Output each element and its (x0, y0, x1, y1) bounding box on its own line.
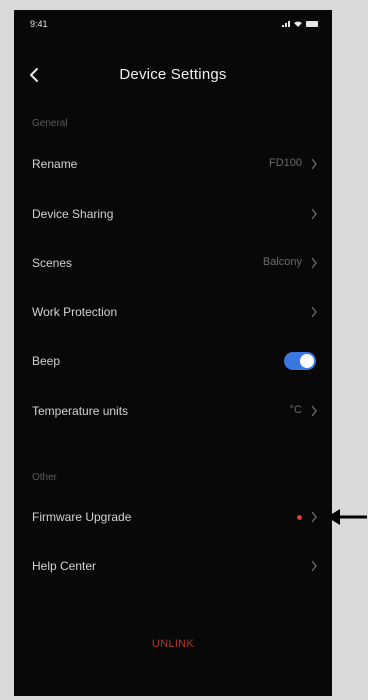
device-sharing-row[interactable]: Device Sharing (14, 194, 332, 234)
firmware-upgrade-label: Firmware Upgrade (32, 510, 132, 524)
help-center-row[interactable]: Help Center (14, 546, 332, 586)
temperature-units-value: °C (289, 404, 302, 416)
wifi-icon (294, 21, 302, 27)
update-dot-icon (297, 515, 302, 520)
phone-screen: 9:41 Device Settings General Rename FD10… (14, 10, 332, 696)
arrow-left-icon (327, 509, 367, 525)
temperature-units-row[interactable]: Temperature units °C (14, 391, 332, 431)
chevron-right-icon (311, 511, 317, 523)
beep-toggle[interactable] (284, 352, 316, 370)
work-protection-row[interactable]: Work Protection (14, 292, 332, 332)
nav-bar: Device Settings (14, 60, 332, 90)
section-header-general: General (32, 118, 68, 129)
temperature-units-label: Temperature units (32, 404, 129, 418)
scenes-row[interactable]: Scenes Balcony (14, 243, 332, 283)
chevron-right-icon (311, 560, 317, 572)
toggle-knob (300, 354, 314, 368)
rename-row[interactable]: Rename FD100 (14, 144, 332, 184)
firmware-upgrade-row[interactable]: Firmware Upgrade (14, 497, 332, 537)
chevron-right-icon (311, 257, 317, 269)
section-header-other: Other (32, 472, 58, 483)
help-center-label: Help Center (32, 559, 97, 573)
scenes-label: Scenes (32, 256, 73, 270)
signal-icon (282, 20, 290, 27)
beep-row: Beep (14, 341, 332, 381)
status-time: 9:41 (30, 19, 48, 29)
status-bar: 9:41 (14, 10, 332, 40)
rename-value: FD100 (268, 157, 302, 169)
work-protection-label: Work Protection (32, 305, 118, 319)
chevron-right-icon (311, 405, 317, 417)
device-sharing-label: Device Sharing (32, 207, 114, 221)
scenes-value: Balcony (262, 256, 302, 268)
battery-icon (306, 21, 318, 27)
rename-label: Rename (32, 157, 78, 171)
chevron-right-icon (311, 208, 317, 220)
status-icons (282, 20, 318, 27)
chevron-right-icon (311, 158, 317, 170)
unlink-button[interactable]: UNLINK (14, 638, 332, 650)
chevron-right-icon (311, 306, 317, 318)
beep-label: Beep (32, 354, 61, 368)
page-title: Device Settings (119, 66, 227, 83)
